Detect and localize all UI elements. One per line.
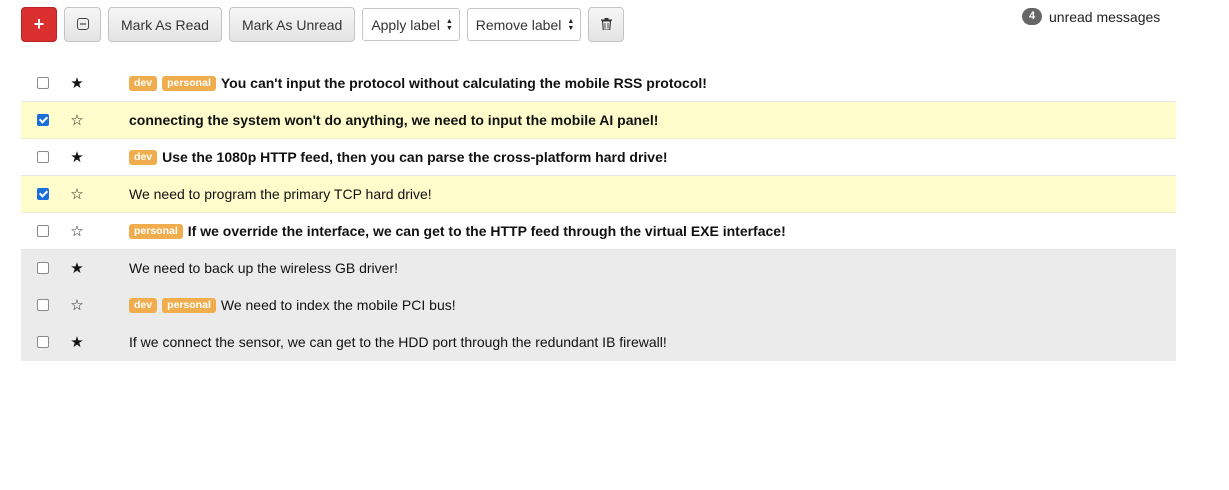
message-content: dev personal We need to index the mobile P… [129,297,456,313]
star-outline-icon[interactable]: ☆ [69,222,85,240]
message-content: If we connect the sensor, we can get to … [129,334,667,350]
star-filled-icon[interactable]: ★ [69,148,85,166]
message-row[interactable]: ★ If we connect the sensor, we can get to… [21,324,1176,361]
message-row[interactable]: ☆ dev personal We need to index the mobile … [21,287,1176,324]
apply-label-text: Apply label [371,16,440,33]
star-filled-icon[interactable]: ★ [69,259,85,277]
message-content: personal If we override the interface, we… [129,223,786,239]
label-badge: dev [129,297,158,313]
select-arrows-icon: ▲ ▼ [445,17,453,32]
remove-label-select[interactable]: Remove label ▲ ▼ [466,8,582,41]
message-checkbox[interactable] [37,188,49,200]
select-arrows-icon: ▲ ▼ [567,17,575,32]
unread-counter: 4 unread messages [1022,8,1160,25]
message-content: dev Use the 1080p HTTP feed, then you can… [129,149,668,165]
message-subject[interactable]: If we override the interface, we can get… [188,223,786,239]
remove-label-text: Remove label [475,16,562,33]
message-checkbox[interactable] [37,336,49,348]
message-subject[interactable]: connecting the system won't do anything,… [129,112,658,128]
message-checkbox[interactable] [37,299,49,311]
star-filled-icon[interactable]: ★ [69,74,85,92]
star-outline-icon[interactable]: ☆ [69,111,85,129]
star-filled-icon[interactable]: ★ [69,333,85,351]
trash-icon [600,17,612,33]
message-row[interactable]: ★ dev Use the 1080p HTTP feed, then you ca… [21,139,1176,176]
message-content: dev personal You can't input the protocol … [129,75,707,91]
unread-count-badge: 4 [1022,8,1042,25]
mark-as-read-button[interactable]: Mark As Read [108,7,222,42]
message-subject[interactable]: Use the 1080p HTTP feed, then you can pa… [162,149,667,165]
unread-count-text: unread messages [1049,8,1161,25]
message-row[interactable]: ★ dev personal You can't input the protocol… [21,65,1176,102]
label-badge: dev [129,75,158,91]
message-content: We need to back up the wireless GB drive… [129,260,398,276]
label-badge: personal [162,75,216,91]
message-subject[interactable]: We need to back up the wireless GB drive… [129,260,398,276]
message-checkbox[interactable] [37,114,49,126]
message-list: ★ dev personal You can't input the protocol… [21,65,1176,361]
message-subject[interactable]: We need to program the primary TCP hard … [129,186,432,202]
star-outline-icon[interactable]: ☆ [69,296,85,314]
mark-as-unread-button[interactable]: Mark As Unread [228,7,356,42]
message-content: We need to program the primary TCP hard … [129,186,432,202]
message-subject[interactable]: We need to index the mobile PCI bus! [221,297,456,313]
apply-label-select[interactable]: Apply label ▲ ▼ [362,8,460,41]
toolbar: + Mark As Read Mark As Unread Apply labe… [21,7,631,42]
label-badge: dev [129,149,158,165]
message-checkbox[interactable] [37,262,49,274]
star-outline-icon[interactable]: ☆ [69,185,85,203]
message-row[interactable]: ☆ personal If we override the interface, w… [21,213,1176,250]
message-content: connecting the system won't do anything,… [129,112,658,128]
minus-square-button[interactable] [64,7,101,42]
message-subject[interactable]: You can't input the protocol without cal… [221,75,707,91]
message-row[interactable]: ☆ connecting the system won't do anything… [21,102,1176,139]
message-row[interactable]: ★ We need to back up the wireless GB driv… [21,250,1176,287]
label-badge: personal [162,297,216,313]
message-row[interactable]: ☆ We need to program the primary TCP hard… [21,176,1176,213]
delete-button[interactable] [588,7,625,42]
message-checkbox[interactable] [37,77,49,89]
label-badge: personal [129,223,183,239]
message-checkbox[interactable] [37,225,49,237]
minus-square-icon [76,17,89,33]
add-button[interactable]: + [21,7,57,42]
message-subject[interactable]: If we connect the sensor, we can get to … [129,334,667,350]
message-checkbox[interactable] [37,151,49,163]
